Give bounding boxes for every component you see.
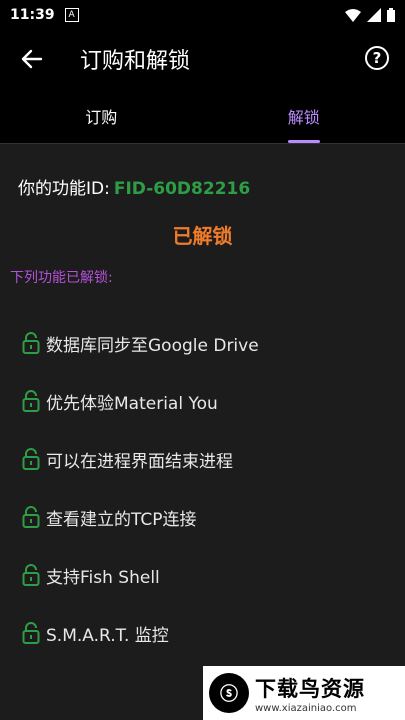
battery-icon (387, 8, 395, 22)
feature-id-row: 你的功能ID: FID-60D82216 (18, 174, 250, 199)
signal-icon (367, 8, 381, 22)
list-item: 数据库同步至Google Drive (22, 314, 259, 372)
watermark: ⓢ 下载鸟资源 www.xiazainiao.com (203, 666, 405, 720)
feature-label: 支持Fish Shell (46, 567, 160, 588)
watermark-logo-icon: ⓢ (209, 673, 249, 713)
tab-purchase[interactable]: 订购 (0, 88, 203, 143)
feature-label: 优先体验Material You (46, 393, 218, 414)
tab-label: 订购 (85, 107, 118, 127)
list-item: S.M.A.R.T. 监控 (22, 604, 259, 662)
help-button[interactable]: ? (365, 46, 389, 70)
status-bar: 11:39 A (0, 0, 405, 30)
notification-icon: A (64, 8, 79, 22)
feature-id-label: 你的功能ID: (18, 179, 110, 199)
tab-label: 解锁 (287, 107, 320, 127)
feature-label: 可以在进程界面结束进程 (46, 451, 233, 472)
list-item: 优先体验Material You (22, 372, 259, 430)
list-item: 可以在进程界面结束进程 (22, 430, 259, 488)
feature-label: 查看建立的TCP连接 (46, 509, 197, 530)
back-arrow-icon (21, 49, 43, 69)
help-icon: ? (372, 49, 382, 67)
feature-id-value: FID-60D82216 (113, 179, 251, 199)
list-item: 查看建立的TCP连接 (22, 488, 259, 546)
tab-bar: 订购 解锁 (0, 88, 405, 144)
feature-label: 数据库同步至Google Drive (46, 335, 259, 356)
watermark-text: 下载鸟资源 www.xiazainiao.com (255, 673, 365, 714)
feature-list: 数据库同步至Google Drive 优先体验Material You 可以在进… (22, 314, 259, 662)
wifi-icon (345, 8, 361, 22)
tab-indicator (287, 140, 320, 143)
status-icons (345, 8, 395, 22)
list-item: 支持Fish Shell (22, 546, 259, 604)
unlock-icon (22, 564, 40, 586)
unlocked-list-header: 下列功能已解锁: (10, 270, 113, 286)
unlocked-status: 已解锁 (172, 224, 233, 248)
page-title: 订购和解锁 (80, 49, 191, 74)
tab-unlock[interactable]: 解锁 (203, 88, 405, 143)
unlock-icon (22, 448, 40, 470)
unlock-icon (22, 332, 40, 354)
unlock-content: 你的功能ID: FID-60D82216 已解锁 下列功能已解锁: 数据库同步至G… (0, 144, 405, 720)
unlock-icon (22, 390, 40, 412)
unlock-icon (22, 622, 40, 644)
back-button[interactable] (0, 30, 64, 88)
watermark-title: 下载鸟资源 (255, 676, 365, 701)
unlock-icon (22, 506, 40, 528)
app-bar: 订购和解锁 ? (0, 30, 405, 88)
status-time: 11:39 (10, 7, 55, 23)
watermark-url: www.xiazainiao.com (255, 702, 357, 714)
feature-label: S.M.A.R.T. 监控 (46, 625, 169, 646)
